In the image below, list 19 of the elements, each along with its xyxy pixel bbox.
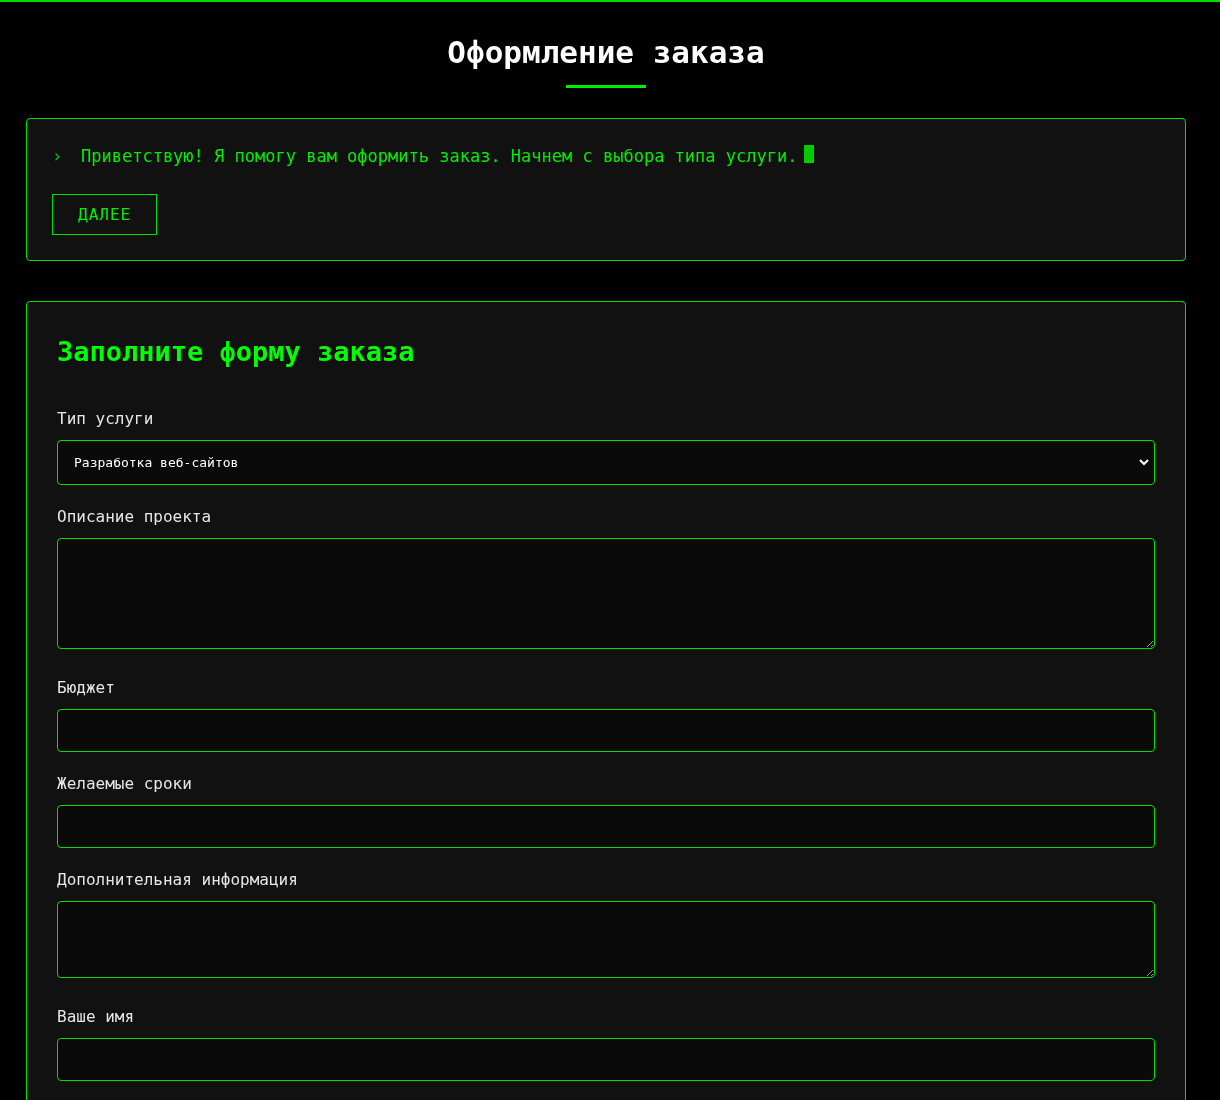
text-area-field[interactable] bbox=[57, 538, 1155, 649]
form-heading: Заполните форму заказа bbox=[57, 335, 416, 369]
chat-message: Приветствую! Я помогу вам оформить заказ. Начнем с выбора типа услуги. bbox=[81, 145, 798, 168]
page-title: Оформление заказа bbox=[447, 34, 765, 70]
field-label: Желаемые сроки bbox=[57, 774, 193, 794]
block-cursor-icon bbox=[804, 145, 815, 163]
next-button[interactable]: ДАЛЕЕ bbox=[52, 194, 158, 235]
field-label: Тип услуги bbox=[57, 409, 155, 429]
input-field[interactable] bbox=[57, 1038, 1155, 1081]
prompt-symbol: › bbox=[52, 145, 64, 168]
input-field[interactable] bbox=[57, 709, 1155, 752]
field-label: Дополнительная информация bbox=[57, 870, 299, 890]
field-label: Описание проекта bbox=[57, 507, 213, 527]
field-label: Бюджет bbox=[57, 678, 116, 698]
field-label: Ваше имя bbox=[57, 1007, 136, 1027]
input-field[interactable] bbox=[57, 805, 1155, 848]
service-type-select[interactable]: Разработка веб-сайтов bbox=[57, 440, 1155, 485]
text-area-field[interactable] bbox=[57, 901, 1155, 978]
chevron-down-icon bbox=[1139, 459, 1149, 466]
